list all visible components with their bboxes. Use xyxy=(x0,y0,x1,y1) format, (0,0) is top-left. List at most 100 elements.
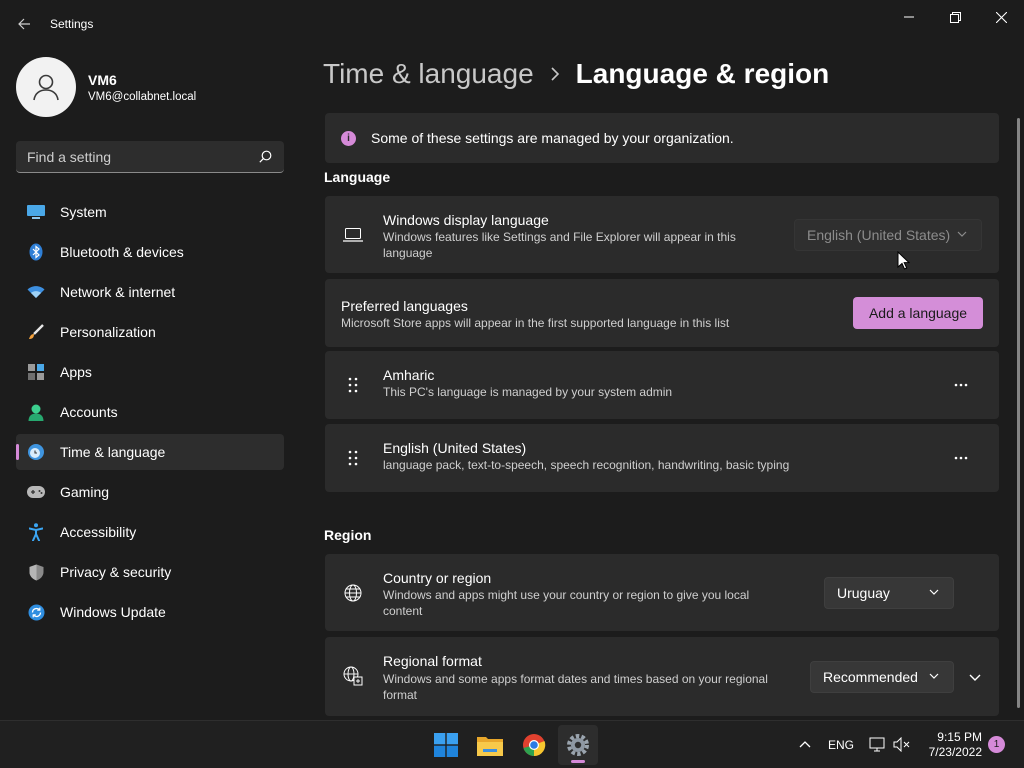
taskbar: ENG 9:15 PM 7/23/2022 1 xyxy=(0,720,1024,768)
display-language-desc: Windows features like Settings and File … xyxy=(383,230,736,244)
avatar xyxy=(16,57,76,117)
chevron-up-icon[interactable] xyxy=(799,740,811,748)
search-box[interactable] xyxy=(16,141,284,173)
preferred-languages-desc: Microsoft Store apps will appear in the … xyxy=(341,316,730,330)
clock-time: 9:15 PM xyxy=(937,730,982,744)
settings-icon xyxy=(567,734,589,756)
sidebar-item-gaming[interactable]: Gaming xyxy=(16,474,284,510)
close-button[interactable] xyxy=(978,4,1024,30)
managed-notice: i Some of these settings are managed by … xyxy=(325,113,999,163)
user-email: VM6@collabnet.local xyxy=(88,90,197,103)
sidebar-item-label: Accounts xyxy=(60,404,118,420)
user-profile[interactable]: VM6 VM6@collabnet.local xyxy=(16,56,196,118)
chevron-down-icon xyxy=(969,674,981,681)
volume-muted-icon[interactable] xyxy=(893,737,911,752)
wifi-icon xyxy=(27,283,45,301)
chrome-button[interactable] xyxy=(514,725,554,765)
notification-badge[interactable]: 1 xyxy=(988,736,1005,753)
chevron-down-icon xyxy=(929,673,939,679)
back-button[interactable] xyxy=(10,10,38,38)
country-region-desc-cont: content xyxy=(383,604,423,618)
language-item-english[interactable]: English (United States) language pack, t… xyxy=(325,424,999,492)
title-bar: Settings xyxy=(0,0,1024,48)
settings-taskbar-button[interactable] xyxy=(558,725,598,765)
page-title: Language & region xyxy=(575,58,830,89)
restore-icon xyxy=(949,11,961,23)
chrome-icon xyxy=(523,734,546,757)
sidebar-item-label: Gaming xyxy=(60,484,110,500)
language-name: Amharic xyxy=(383,367,435,383)
shield-icon xyxy=(27,563,45,581)
accessibility-icon xyxy=(27,523,45,541)
regional-format-desc-cont: format xyxy=(383,688,418,702)
more-icon xyxy=(954,383,968,387)
clock[interactable]: 9:15 PM 7/23/2022 xyxy=(918,730,982,760)
sidebar-item-label: Bluetooth & devices xyxy=(60,244,184,260)
person-icon xyxy=(33,74,59,101)
sidebar-item-label: Network & internet xyxy=(60,284,176,300)
laptop-icon xyxy=(343,225,363,245)
apps-icon xyxy=(27,363,45,381)
drag-handle-icon[interactable] xyxy=(347,376,359,394)
search-icon[interactable] xyxy=(259,150,272,163)
display-language-title: Windows display language xyxy=(383,212,549,228)
more-options-button[interactable] xyxy=(947,371,975,399)
sidebar-item-time-language[interactable]: Time & language xyxy=(16,434,284,470)
sidebar-item-privacy-security[interactable]: Privacy & security xyxy=(16,554,284,590)
regional-format-dropdown[interactable]: Recommended xyxy=(810,661,954,693)
sidebar-item-label: Windows Update xyxy=(60,604,166,620)
clock-date: 7/23/2022 xyxy=(928,745,982,759)
display-language-dropdown[interactable]: English (United States) xyxy=(794,219,982,251)
add-language-button[interactable]: Add a language xyxy=(853,297,983,329)
sidebar-item-accessibility[interactable]: Accessibility xyxy=(16,514,284,550)
update-icon xyxy=(27,603,45,621)
time-language-icon xyxy=(27,443,45,461)
language-desc: This PC's language is managed by your sy… xyxy=(383,385,673,399)
sidebar-item-label: Apps xyxy=(60,364,92,380)
preferred-languages-card: Preferred languages Microsoft Store apps… xyxy=(325,279,999,347)
user-name: VM6 xyxy=(88,71,117,88)
language-desc: language pack, text-to-speech, speech re… xyxy=(383,458,790,472)
gaming-icon xyxy=(27,483,45,501)
country-region-dropdown[interactable]: Uruguay xyxy=(824,577,954,609)
sidebar-nav: System Bluetooth & devices Network & int… xyxy=(16,194,284,634)
regional-format-desc: Windows and some apps format dates and t… xyxy=(383,672,768,686)
start-button[interactable] xyxy=(426,725,466,765)
drag-handle-icon[interactable] xyxy=(347,449,359,467)
accounts-icon xyxy=(27,403,45,421)
notice-text: Some of these settings are managed by yo… xyxy=(371,130,734,146)
sidebar-item-bluetooth[interactable]: Bluetooth & devices xyxy=(16,234,284,270)
sidebar-item-personalization[interactable]: Personalization xyxy=(16,314,284,350)
dropdown-value: English (United States) xyxy=(807,227,951,243)
sidebar-item-label: Time & language xyxy=(60,444,166,460)
dropdown-value: Recommended xyxy=(823,669,918,685)
restore-button[interactable] xyxy=(932,4,978,30)
bluetooth-icon xyxy=(27,243,45,261)
sidebar-item-apps[interactable]: Apps xyxy=(16,354,284,390)
regional-format-card[interactable]: Regional format Windows and some apps fo… xyxy=(325,637,999,716)
file-explorer-icon xyxy=(477,737,503,756)
input-language-indicator[interactable]: ENG xyxy=(828,738,854,752)
sidebar-item-system[interactable]: System xyxy=(16,194,284,230)
sidebar-item-accounts[interactable]: Accounts xyxy=(16,394,284,430)
chevron-right-icon xyxy=(550,67,560,81)
file-explorer-button[interactable] xyxy=(470,725,510,765)
breadcrumb-parent[interactable]: Time & language xyxy=(323,58,534,90)
brush-icon xyxy=(27,323,45,341)
scrollbar[interactable] xyxy=(1017,118,1020,708)
search-input[interactable] xyxy=(27,148,247,165)
sidebar-item-label: Personalization xyxy=(60,324,156,340)
minimize-button[interactable] xyxy=(886,4,932,30)
network-icon[interactable] xyxy=(869,737,887,752)
sidebar-item-network[interactable]: Network & internet xyxy=(16,274,284,310)
more-options-button[interactable] xyxy=(947,444,975,472)
regional-format-title: Regional format xyxy=(383,653,482,669)
country-region-title: Country or region xyxy=(383,570,492,586)
sidebar-item-windows-update[interactable]: Windows Update xyxy=(16,594,284,630)
region-section-title: Region xyxy=(324,527,372,543)
language-item-amharic[interactable]: Amharic This PC's language is managed by… xyxy=(325,351,999,419)
expand-button[interactable] xyxy=(961,663,989,691)
sidebar-item-label: Privacy & security xyxy=(60,564,172,580)
language-name: English (United States) xyxy=(383,440,527,456)
minimize-icon xyxy=(904,16,914,18)
